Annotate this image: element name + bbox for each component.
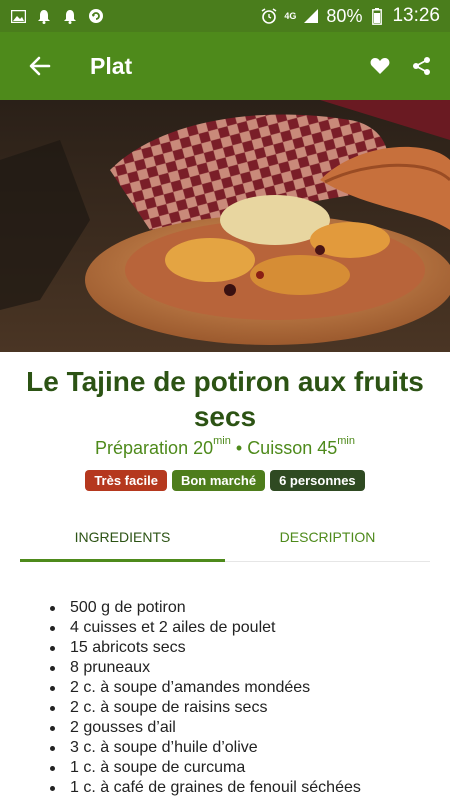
image-icon <box>10 8 26 24</box>
recipe-tabs: INGREDIENTS DESCRIPTION <box>20 512 430 562</box>
list-item: 2 c. à soupe de raisins secs <box>48 698 438 718</box>
alarm-bell-icon <box>36 8 52 24</box>
cost-badge: Bon marché <box>171 470 266 491</box>
clock: 13:26 <box>392 5 440 26</box>
list-item: 15 abricots secs <box>48 638 438 658</box>
list-item: 1 c. à café de graines de fenouil séchée… <box>48 778 438 798</box>
separator: • <box>235 438 243 458</box>
sync-icon <box>88 8 104 24</box>
tab-ingredients[interactable]: INGREDIENTS <box>20 512 225 562</box>
list-item: 4 cuisses et 2 ailes de poulet <box>48 618 438 638</box>
alarm-bell-icon <box>62 8 78 24</box>
signal-icon <box>303 8 319 24</box>
arrow-back-icon <box>29 56 51 76</box>
app-bar-actions <box>362 46 440 86</box>
share-button[interactable] <box>404 46 440 86</box>
system-status: 4G 80% 13:26 <box>261 5 440 27</box>
list-item: 8 pruneaux <box>48 658 438 678</box>
recipe-photo <box>0 100 450 352</box>
alarm-clock-icon <box>261 8 277 24</box>
app-bar: Plat <box>0 32 450 100</box>
list-item: 1 c. à soupe de curcuma <box>48 758 438 778</box>
ingredient-list: 500 g de potiron 4 cuisses et 2 ailes de… <box>48 598 438 798</box>
recipe-badges: Très facile Bon marché 6 personnes <box>0 470 450 491</box>
list-item: 2 gousses d’ail <box>48 718 438 738</box>
share-icon <box>413 57 430 75</box>
servings-badge: 6 personnes <box>270 470 365 491</box>
heart-icon <box>370 58 390 74</box>
notification-icons <box>10 8 104 24</box>
list-item: 500 g de potiron <box>48 598 438 618</box>
battery-icon <box>369 7 385 25</box>
difficulty-badge: Très facile <box>85 470 167 491</box>
favorite-button[interactable] <box>362 46 398 86</box>
list-item: 2 c. à soupe d’amandes mondées <box>48 678 438 698</box>
recipe-times: Préparation 20min • Cuisson 45min <box>0 435 450 459</box>
page-title: Plat <box>90 52 133 79</box>
network-type: 4G <box>284 10 297 21</box>
list-item: 3 c. à soupe d’huile d’olive <box>48 738 438 758</box>
prep-time: Préparation 20 <box>95 438 214 458</box>
prep-unit: min <box>213 435 231 447</box>
recipe-title: Le Tajine de potiron aux fruits secs <box>26 366 424 432</box>
status-bar: 4G 80% 13:26 <box>0 0 450 32</box>
cook-time: Cuisson 45 <box>247 438 338 458</box>
battery-percent: 80% <box>326 5 363 26</box>
tab-description[interactable]: DESCRIPTION <box>225 512 430 561</box>
cook-unit: min <box>337 435 355 447</box>
back-button[interactable] <box>20 46 60 86</box>
